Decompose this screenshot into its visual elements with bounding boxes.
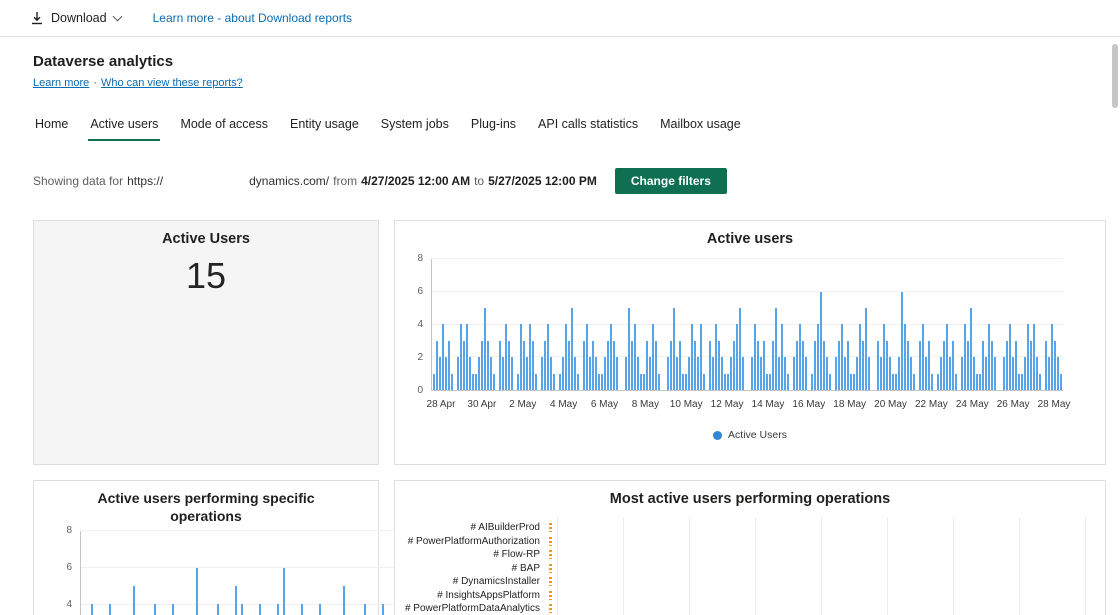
card-active-users-chart: Active users 02468 28 Apr 30 Apr 2 May 4 Ma… [394, 220, 1106, 465]
count-card-title: Active Users [162, 231, 250, 247]
top-bar: Download Learn more - about Download rep… [0, 0, 1120, 37]
tab-active-users[interactable]: Active users [88, 112, 161, 141]
most-active-chart-rows: # AIBuilderProd # PowerPlatformAuthorizat… [403, 521, 1085, 615]
most-active-row: # PowerPlatformDataAnalytics [403, 602, 1085, 615]
active-users-count-value: 15 [185, 255, 227, 296]
most-active-row: # Flow-RP [403, 548, 1085, 562]
most-active-row: # AIBuilderProd [403, 521, 1085, 535]
card-operations-chart: Active users performing specific operati… [33, 480, 397, 615]
active-users-chart-plot [431, 258, 1063, 391]
most-active-row-bar [549, 550, 552, 560]
environment-url: https://dynamics.com/ [127, 174, 330, 188]
tab-home[interactable]: Home [33, 112, 70, 141]
operations-chart-plot [80, 530, 397, 615]
most-active-row-label: # PowerPlatformAuthorization [407, 535, 540, 547]
page-title: Dataverse analytics [33, 53, 174, 70]
active-users-chart-yaxis: 02468 [417, 253, 423, 396]
date-range-end: 5/27/2025 12:00 PM [488, 174, 597, 188]
download-icon [30, 11, 44, 25]
most-active-row-label: # BAP [511, 562, 540, 574]
card-most-active-users: Most active users performing operations … [394, 480, 1106, 615]
tab-api-calls-statistics[interactable]: API calls statistics [536, 112, 640, 141]
from-label: from [333, 174, 358, 188]
change-filters-button[interactable]: Change filters [614, 168, 727, 194]
most-active-row-bar [549, 577, 552, 587]
most-active-row-bar [549, 563, 552, 573]
link-separator: · [93, 77, 97, 89]
most-active-row-label: # InsightsAppsPlatform [437, 589, 540, 601]
header-links: Learn more · Who can view these reports? [33, 77, 243, 89]
most-active-row-label: # DynamicsInstaller [452, 576, 540, 588]
most-active-row-bar [549, 536, 552, 546]
tab-mode-of-access[interactable]: Mode of access [178, 112, 270, 141]
tab-bar: Home Active users Mode of access Entity … [33, 112, 743, 141]
tab-mailbox-usage[interactable]: Mailbox usage [658, 112, 743, 141]
legend-label: Active Users [728, 429, 787, 441]
most-active-row-bar [549, 590, 552, 600]
most-active-row-label: # AIBuilderProd [470, 522, 541, 534]
showing-data-label: Showing data for [33, 174, 124, 188]
most-active-row-label: # PowerPlatformDataAnalytics [404, 603, 540, 615]
redacted-url-segment [163, 175, 249, 187]
active-users-chart-title: Active users [706, 231, 794, 247]
most-active-chart-title: Most active users performing operations [609, 491, 891, 507]
operations-chart-yaxis: 02468 [66, 525, 72, 610]
download-label: Download [51, 11, 107, 25]
tab-plug-ins[interactable]: Plug-ins [469, 112, 518, 141]
most-active-row-bar [549, 604, 552, 614]
most-active-row-bar [549, 523, 552, 533]
to-label: to [474, 174, 485, 188]
most-active-row: # InsightsAppsPlatform [403, 589, 1085, 603]
most-active-row: # BAP [403, 562, 1085, 576]
learn-more-link[interactable]: Learn more [33, 77, 89, 89]
operations-chart-title: Active users performing specific operati… [97, 490, 315, 525]
card-active-users-count: Active Users 15 [33, 220, 379, 465]
most-active-row-label: # Flow-RP [493, 549, 540, 561]
active-users-chart-legend: Active Users [395, 429, 1105, 441]
most-active-row: # DynamicsInstaller [403, 575, 1085, 589]
vertical-scrollbar[interactable] [1112, 44, 1118, 108]
download-learn-more-link[interactable]: Learn more - about Download reports [153, 11, 352, 25]
filter-row: Showing data for https://dynamics.com/ f… [33, 168, 727, 194]
most-active-row: # PowerPlatformAuthorization [403, 535, 1085, 549]
chevron-down-icon [112, 11, 123, 22]
tab-system-jobs[interactable]: System jobs [379, 112, 451, 141]
download-button[interactable]: Download [30, 11, 123, 25]
date-range-start: 4/27/2025 12:00 AM [361, 174, 471, 188]
legend-dot-icon [713, 430, 723, 440]
active-users-chart-xaxis: 28 Apr 30 Apr 2 May 4 May 6 May 8 May 10 May 12… [426, 399, 1071, 410]
who-can-view-link[interactable]: Who can view these reports? [101, 77, 243, 89]
tab-entity-usage[interactable]: Entity usage [288, 112, 361, 141]
